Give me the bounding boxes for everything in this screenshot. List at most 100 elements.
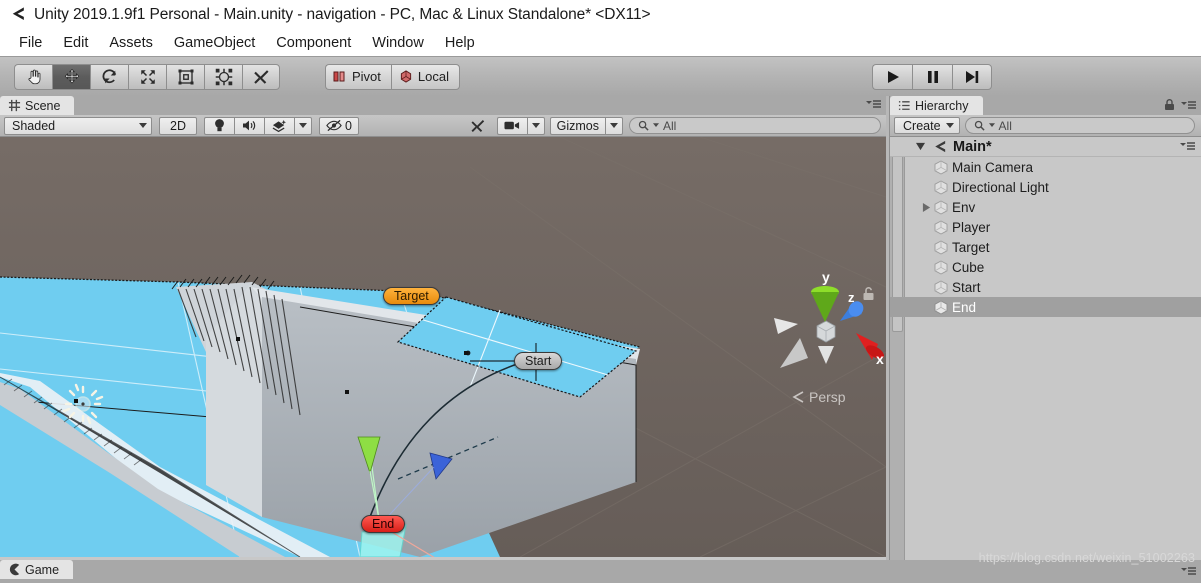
panel-menu-icon (1181, 100, 1196, 109)
scene-camera-button[interactable] (496, 116, 527, 135)
scene-camera-dropdown[interactable] (526, 116, 545, 135)
menu-edit[interactable]: Edit (53, 33, 99, 53)
rect-tool-button[interactable] (166, 63, 204, 90)
menu-component[interactable]: Component (266, 33, 362, 53)
lighting-toggle-button[interactable] (204, 116, 234, 135)
panel-menu-icon (1181, 567, 1196, 575)
twisty-collapsed-icon[interactable] (922, 202, 931, 212)
watermark-text: https://blog.csdn.net/weixin_51002263 (978, 551, 1195, 565)
twisty-expanded-icon[interactable] (916, 142, 925, 151)
search-filter-chevron-icon (653, 123, 659, 127)
gizmo-lock-button[interactable] (862, 287, 875, 306)
unity-editor-window: Unity 2019.1.9f1 Personal - Main.unity -… (0, 0, 1201, 583)
hierarchy-item-end[interactable]: End (890, 297, 1201, 317)
gameobject-cube-icon (934, 199, 948, 215)
effects-dropdown-button[interactable] (294, 116, 312, 135)
game-panel-menu[interactable] (1181, 566, 1196, 577)
tab-hierarchy[interactable]: Hierarchy (890, 96, 983, 115)
hierarchy-item-directional-light[interactable]: Directional Light (890, 177, 1201, 197)
hierarchy-item-target[interactable]: Target (890, 237, 1201, 257)
projection-mode-label[interactable]: Persp (792, 389, 846, 405)
hierarchy-item-label: Directional Light (952, 179, 1049, 195)
hierarchy-item-main-camera[interactable]: Main Camera (890, 157, 1201, 177)
scene-panel: Scene Shaded 2D 0 Gizmos All y z x Targe… (0, 96, 886, 560)
menu-window[interactable]: Window (362, 33, 435, 53)
hierarchy-list: Main Camera Directional Light Env Player… (890, 157, 1201, 537)
scene-tabstrip: Scene (0, 96, 886, 115)
tab-hierarchy-label: Hierarchy (915, 98, 969, 113)
scene-label-target[interactable]: Target (383, 287, 440, 305)
tab-game[interactable]: Game (0, 560, 74, 579)
gizmos-button[interactable]: Gizmos (549, 116, 605, 135)
menu-bar: File Edit Assets GameObject Component Wi… (0, 29, 1201, 56)
hierarchy-item-env[interactable]: Env (890, 197, 1201, 217)
hierarchy-item-start[interactable]: Start (890, 277, 1201, 297)
hierarchy-item-player[interactable]: Player (890, 217, 1201, 237)
step-button[interactable] (952, 63, 992, 90)
hierarchy-panel-menu[interactable] (1164, 99, 1196, 111)
menu-help[interactable]: Help (435, 33, 486, 53)
rect-transform-icon (178, 69, 193, 84)
hierarchy-item-label: Target (952, 239, 990, 255)
menu-gameobject[interactable]: GameObject (164, 33, 266, 53)
scene-tools-button[interactable] (463, 117, 493, 135)
fx-layers-icon (272, 119, 287, 132)
scene-camera-group (496, 116, 545, 135)
pivot-toggle-button[interactable]: Pivot (325, 63, 391, 90)
move-tool-button[interactable] (52, 63, 90, 90)
shading-mode-value: Shaded (12, 118, 56, 133)
create-label: Create (903, 118, 941, 133)
pivot-icon (333, 71, 345, 82)
persp-arrow-icon (792, 391, 804, 403)
rotate-tool-button[interactable] (90, 63, 128, 90)
shading-mode-dropdown[interactable]: Shaded (4, 116, 152, 135)
pause-button[interactable] (912, 63, 952, 90)
tab-scene[interactable]: Scene (0, 96, 75, 115)
scale-icon (140, 69, 155, 84)
scene-search-input[interactable]: All (629, 117, 881, 134)
hierarchy-item-label: Main Camera (952, 159, 1034, 175)
rotate-icon (102, 68, 116, 83)
2d-toggle-button[interactable]: 2D (159, 116, 197, 135)
effects-toggle-button[interactable] (264, 116, 294, 135)
menu-assets[interactable]: Assets (99, 33, 164, 53)
scene-toolbar: Shaded 2D 0 Gizmos All (0, 115, 886, 137)
hierarchy-list-icon (898, 100, 910, 110)
chevron-down-icon (531, 122, 540, 128)
scene-view-toggles (204, 116, 312, 135)
menu-file[interactable]: File (9, 33, 53, 53)
space-toggle-button[interactable]: Local (390, 63, 460, 90)
hierarchy-search-input[interactable]: All (964, 117, 1195, 134)
create-button[interactable]: Create (894, 117, 960, 134)
chevron-down-icon (139, 122, 147, 128)
transform-tool-button[interactable] (204, 63, 242, 90)
gameobject-cube-icon (934, 299, 948, 315)
hierarchy-item-cube[interactable]: Cube (890, 257, 1201, 277)
play-button[interactable] (872, 63, 912, 90)
scene-label-end[interactable]: End (361, 515, 406, 533)
scene-label-start[interactable]: Start (514, 352, 563, 370)
hand-tool-button[interactable] (14, 63, 52, 90)
search-icon (638, 120, 649, 131)
scene-panel-menu[interactable] (866, 99, 881, 110)
scene-row-menu-icon[interactable] (1180, 141, 1195, 152)
svg-text:y: y (822, 269, 830, 285)
gizmos-label: Gizmos (556, 118, 599, 133)
hidden-objects-button[interactable]: 0 (319, 116, 359, 135)
play-controls-group (872, 63, 992, 90)
scene-viewport[interactable]: y z x Target Start End Persp (0, 137, 886, 557)
scale-tool-button[interactable] (128, 63, 166, 90)
gameobject-cube-icon (934, 159, 948, 175)
svg-text:z: z (848, 290, 855, 305)
custom-tool-button[interactable] (242, 63, 280, 90)
audio-toggle-button[interactable] (234, 116, 264, 135)
gameobject-cube-icon (934, 259, 948, 275)
tab-scene-label: Scene (25, 98, 61, 113)
hierarchy-scene-row[interactable]: Main* (890, 137, 1201, 157)
transform-tools-group (14, 63, 280, 90)
gizmos-dropdown[interactable] (605, 116, 623, 135)
svg-text:x: x (876, 351, 884, 367)
wrench-screwdriver-icon (254, 69, 269, 84)
window-title: Unity 2019.1.9f1 Personal - Main.unity -… (34, 5, 651, 23)
tab-game-label: Game (25, 562, 60, 577)
